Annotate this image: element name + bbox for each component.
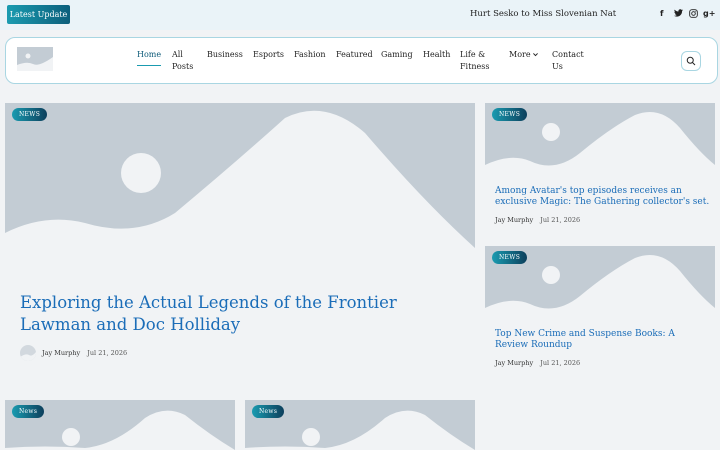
side-post-author[interactable]: Jay Murphy bbox=[495, 216, 533, 224]
instagram-icon[interactable] bbox=[689, 9, 698, 20]
nav-business[interactable]: Business bbox=[207, 49, 243, 61]
latest-update-label[interactable]: Latest Update bbox=[7, 5, 70, 24]
side-post-date: Jul 21, 2026 bbox=[540, 359, 581, 367]
side-post-date: Jul 21, 2026 bbox=[540, 216, 581, 224]
twitter-icon[interactable] bbox=[674, 9, 683, 19]
author-avatar[interactable] bbox=[20, 345, 36, 361]
side-post-badge[interactable]: NEWS bbox=[492, 108, 528, 121]
featured-post-title[interactable]: Exploring the Actual Legends of the Fron… bbox=[20, 292, 470, 336]
bottom-post-badge[interactable]: News bbox=[252, 405, 285, 418]
side-post-title[interactable]: Top New Crime and Suspense Books: A Revi… bbox=[495, 329, 710, 351]
featured-category-badge[interactable]: NEWS bbox=[12, 108, 48, 121]
nav-gaming[interactable]: Gaming bbox=[381, 49, 413, 61]
search-button[interactable] bbox=[681, 51, 701, 71]
main-header: Home All Posts Business Esports Fashion … bbox=[5, 37, 718, 84]
side-post-meta: Jay Murphy Jul 21, 2026 bbox=[495, 359, 580, 367]
nav-esports[interactable]: Esports bbox=[253, 49, 284, 61]
chevron-down-icon[interactable] bbox=[532, 50, 539, 62]
featured-post-image[interactable] bbox=[5, 103, 475, 278]
nav-all-posts[interactable]: All Posts bbox=[172, 49, 198, 73]
search-icon bbox=[686, 56, 696, 66]
nav-home[interactable]: Home bbox=[137, 49, 162, 66]
side-post-meta: Jay Murphy Jul 21, 2026 bbox=[495, 216, 580, 224]
nav-health[interactable]: Health bbox=[423, 49, 450, 61]
news-ticker[interactable]: Hurt Sesko to Miss Slovenian Nat bbox=[470, 9, 648, 19]
nav-featured[interactable]: Featured bbox=[336, 49, 373, 61]
site-logo[interactable] bbox=[17, 47, 53, 71]
google-plus-icon[interactable]: g+ bbox=[703, 9, 715, 18]
featured-date: Jul 21, 2026 bbox=[87, 349, 128, 357]
featured-post-meta: Jay Murphy Jul 21, 2026 bbox=[42, 349, 127, 357]
bottom-post-badge[interactable]: News bbox=[12, 405, 45, 418]
featured-author[interactable]: Jay Murphy bbox=[42, 349, 80, 357]
nav-contact-us[interactable]: Contact Us bbox=[552, 49, 586, 73]
side-post-badge[interactable]: NEWS bbox=[492, 251, 528, 264]
nav-more[interactable]: More bbox=[509, 49, 531, 61]
side-post-title[interactable]: Among Avatar's top episodes receives an … bbox=[495, 186, 710, 208]
nav-fashion[interactable]: Fashion bbox=[294, 49, 326, 61]
nav-life-fitness[interactable]: Life & Fitness bbox=[460, 49, 498, 73]
side-post-author[interactable]: Jay Murphy bbox=[495, 359, 533, 367]
facebook-icon[interactable]: f bbox=[660, 9, 663, 18]
top-bar: Latest Update Hurt Sesko to Miss Sloveni… bbox=[0, 0, 720, 30]
